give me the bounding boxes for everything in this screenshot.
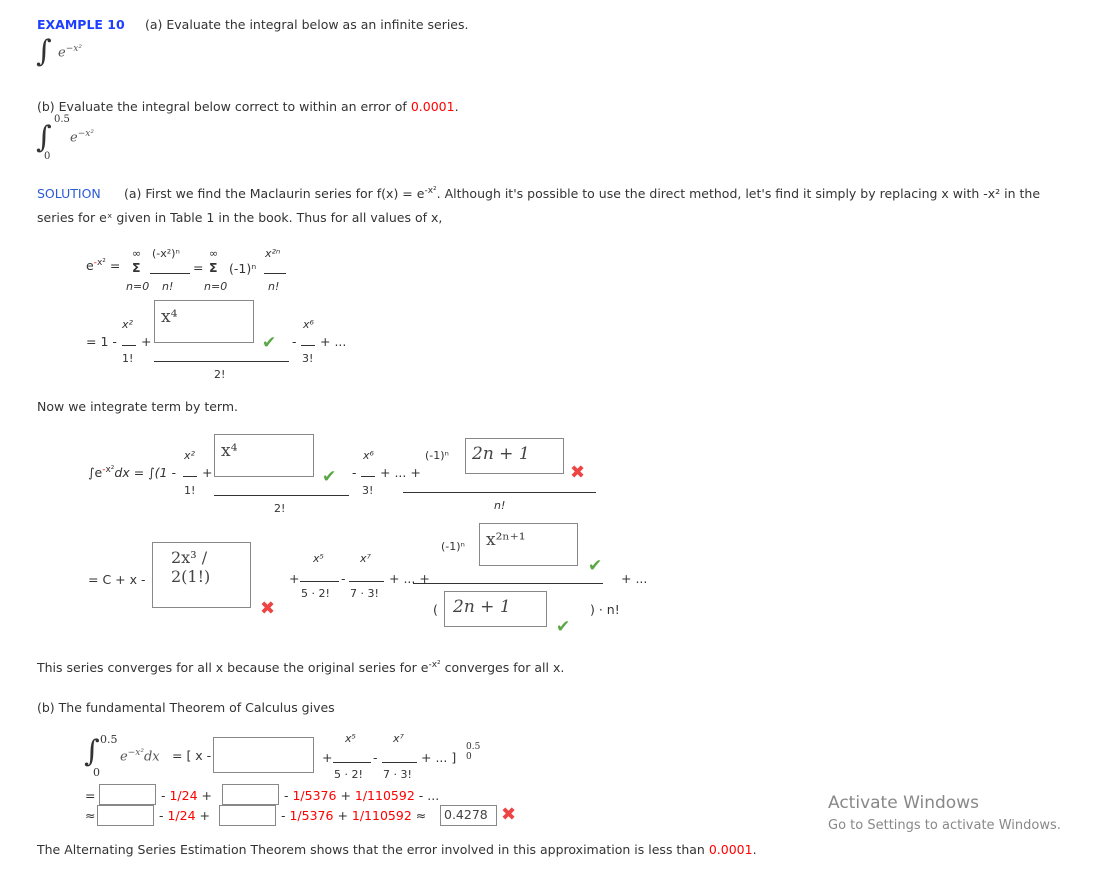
upper-limit: 0.5 (54, 114, 70, 125)
check-icon: ✔ (262, 333, 277, 353)
den-5: 5 · 2! (301, 587, 330, 600)
term-x6: x⁶ (363, 449, 374, 462)
check-icon: ✔ (588, 556, 603, 576)
watermark-title: Activate Windows (828, 793, 979, 813)
converge-text: This series converges for all x because … (37, 660, 565, 676)
inf: ∞ (209, 247, 219, 260)
term-x2: x² (122, 318, 133, 331)
neg-one-power: (-1)ⁿ (425, 449, 449, 462)
fraction-den: n! (268, 280, 280, 293)
eval-lower: 0 (466, 752, 472, 762)
close-paren: ) · n! (590, 602, 620, 617)
eval-upper: 0.5 (466, 742, 481, 752)
x-mark-icon: ✖ (570, 462, 586, 483)
integrand: e−x² (58, 44, 82, 61)
approx: ≈ (85, 808, 96, 823)
n0: n=0 (204, 280, 228, 293)
check-icon: ✔ (322, 467, 337, 487)
n0: n=0 (126, 280, 150, 293)
antideriv-lhs: = C + x - (88, 572, 146, 587)
integral-sign: ∫ (36, 34, 52, 69)
term-x7: x⁷ (360, 552, 371, 565)
series-lhs: e-x² = (86, 258, 121, 274)
solution-line2: series for eˣ given in Table 1 in the bo… (37, 210, 443, 225)
integral-lhs: ∫e-x²dx = ∫(1 - (88, 465, 176, 481)
series-one: = 1 - (86, 334, 117, 349)
den-7: 7 · 3! (350, 587, 379, 600)
term-x5: x⁵ (345, 732, 356, 745)
sigma: Σ (132, 260, 141, 275)
den-1: 1! (122, 352, 134, 365)
term-x6: x⁶ (303, 318, 314, 331)
bracket-open: = [ x - (172, 748, 212, 763)
definite-integral-sign: ∫ (84, 734, 100, 769)
answer-box-denominator[interactable]: 2n + 1 (444, 591, 547, 627)
x-mark-icon: ✖ (501, 804, 517, 825)
n-factorial: n! (494, 499, 506, 512)
answer-box-general-term[interactable]: 2n + 1 (465, 438, 564, 474)
x2n: x²ⁿ (265, 247, 281, 260)
integrate-text: Now we integrate term by term. (37, 399, 238, 414)
part-a-prompt: (a) Evaluate the integral below as an in… (145, 17, 469, 32)
den-2: 2! (274, 502, 286, 515)
den-7: 7 · 3! (383, 768, 412, 781)
term-x2: x² (184, 449, 195, 462)
answer-box-x3-eval[interactable] (213, 737, 314, 773)
footer-text: The Alternating Series Estimation Theore… (37, 842, 757, 857)
integrand-b: e−x² (70, 129, 94, 146)
den-3: 3! (302, 352, 314, 365)
answer-box-x4[interactable]: x⁴ (154, 300, 254, 343)
answer-box-x3-term[interactable]: 2x³ / 2(1!) (152, 542, 251, 608)
den-2: 2! (214, 368, 226, 381)
fraction-num: (-x²)ⁿ (152, 247, 180, 260)
answer-box-row2-a[interactable] (97, 805, 154, 826)
lower-limit: 0 (44, 151, 51, 162)
final-answer-input[interactable]: 0.4278 (440, 805, 497, 826)
watermark-sub: Go to Settings to activate Windows. (828, 818, 1061, 833)
answer-box-row2-b[interactable] (219, 805, 276, 826)
equals: = (85, 788, 96, 803)
term-x7: x⁷ (393, 732, 404, 745)
example-label: EXAMPLE 10 (37, 17, 125, 32)
answer-box-row1-b[interactable] (222, 784, 279, 805)
check-icon: ✔ (556, 617, 571, 637)
den-1: 1! (184, 484, 196, 497)
dots: + ... + (380, 465, 421, 480)
solution-label: SOLUTION (37, 186, 101, 201)
neg-one-power: (-1)ⁿ (441, 540, 465, 553)
term-x5: x⁵ (313, 552, 324, 565)
answer-box-row1-a[interactable] (99, 784, 156, 805)
lower-limit: 0 (93, 766, 100, 779)
den-5: 5 · 2! (334, 768, 363, 781)
integrand: e−x²dx (120, 748, 160, 765)
answer-box-x4-integral[interactable]: x⁴ (214, 434, 314, 477)
open-paren: ( (433, 602, 438, 617)
fraction-den: n! (162, 280, 174, 293)
part-b-prompt: (b) Evaluate the integral below correct … (37, 99, 459, 114)
solution-line1: (a) First we find the Maclaurin series f… (124, 186, 1041, 202)
inf: ∞ (132, 247, 142, 260)
neg-one-power: (-1)ⁿ (229, 261, 257, 276)
x-mark-icon: ✖ (260, 598, 276, 619)
part-b-text: (b) The fundamental Theorem of Calculus … (37, 700, 335, 715)
answer-box-numerator[interactable]: x²ⁿ⁺¹ (479, 523, 578, 566)
sigma: Σ (209, 260, 218, 275)
definite-integral-sign: ∫ (36, 120, 52, 155)
upper-limit: 0.5 (100, 733, 118, 746)
den-3: 3! (362, 484, 374, 497)
tail: + ... (320, 334, 347, 349)
